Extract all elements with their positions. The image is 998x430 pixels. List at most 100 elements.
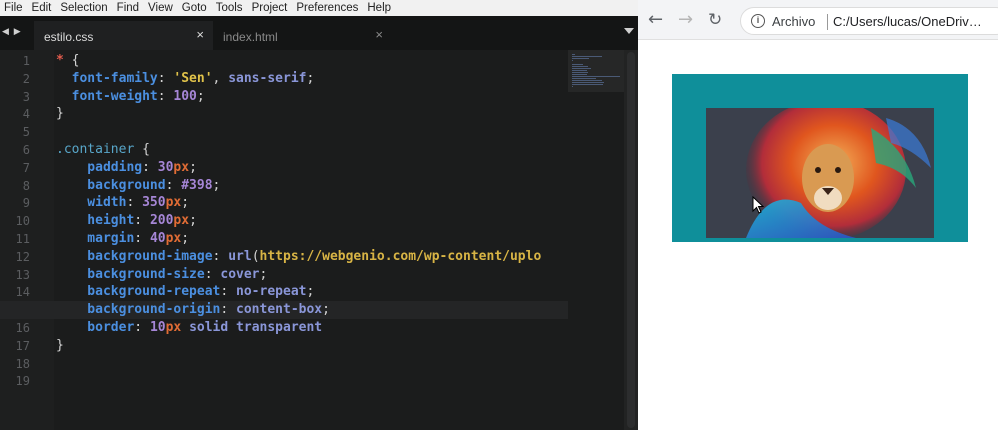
code-token: px <box>165 195 182 211</box>
line-number: 6 <box>22 143 30 157</box>
code-line: background: #398; <box>56 177 220 195</box>
code-token: : <box>204 266 221 282</box>
code-line: background-image: url(https://webgenio.c… <box>56 248 541 266</box>
menu-item-edit[interactable]: Edit <box>28 0 57 16</box>
code-token: font-weight <box>56 88 158 104</box>
minimap-line <box>572 56 602 57</box>
minimap-line <box>572 80 602 81</box>
minimap-line <box>572 68 591 69</box>
tab-estilo-css[interactable]: estilo.css × <box>34 21 214 50</box>
code-token: : <box>134 231 150 246</box>
code-line: * { <box>56 52 79 70</box>
code-token: , <box>212 70 229 86</box>
minimap-line <box>572 76 620 77</box>
code-token: solid transparent <box>181 320 323 335</box>
code-token: { <box>71 53 80 68</box>
reload-icon[interactable]: ↻ <box>708 11 722 29</box>
menu-item-file[interactable]: File <box>0 0 28 16</box>
code-line: width: 350px; <box>56 194 189 212</box>
line-number: 4 <box>22 107 30 122</box>
code-token: ; <box>306 70 315 86</box>
address-bar[interactable]: i Archivo C:/Users/lucas/OneDriv… <box>740 7 998 35</box>
line-number: 16 <box>15 321 30 335</box>
info-icon[interactable]: i <box>751 14 765 28</box>
code-editor-window: File Edit Selection Find View Goto Tools Projec… <box>0 0 638 430</box>
line-number-gutter: 12345678910111213141516171819 <box>0 50 54 430</box>
minimap-line <box>572 58 590 59</box>
minimap-line <box>572 60 573 61</box>
code-line: background-repeat: no-repeat; <box>56 283 314 301</box>
site-info-label[interactable]: Archivo <box>772 14 815 29</box>
code-token: 'Sen' <box>173 70 213 86</box>
code-token: font-family <box>56 70 158 86</box>
scrollbar-thumb[interactable] <box>627 52 635 428</box>
chevron-down-icon[interactable] <box>624 28 634 34</box>
code-token: 100 <box>173 88 197 104</box>
tab-label: estilo.css <box>44 30 94 44</box>
code-token: no-repeat <box>236 284 307 300</box>
url-text[interactable]: C:/Users/lucas/OneDriv… <box>833 14 982 29</box>
code-token: #398 <box>181 177 213 193</box>
code-area[interactable]: * { font-family: 'Sen', sans-serif; font… <box>56 52 568 430</box>
close-icon[interactable]: × <box>375 27 383 42</box>
minimap[interactable] <box>568 50 624 430</box>
menu-item-find[interactable]: Find <box>113 0 144 16</box>
code-token: : <box>134 320 150 335</box>
code-token: background-image <box>56 248 213 264</box>
code-token: ; <box>189 159 197 175</box>
code-token: 350 <box>142 195 166 211</box>
line-number: 8 <box>22 178 30 193</box>
menu-item-preferences[interactable]: Preferences <box>292 0 363 16</box>
code-token: px <box>173 213 190 229</box>
browser-window: ← → ↻ i Archivo C:/Users/lucas/OneDriv… <box>638 0 998 430</box>
line-number: 12 <box>15 249 30 264</box>
menu-item-selection[interactable]: Selection <box>56 0 112 16</box>
back-arrow-icon[interactable]: ← <box>648 11 663 29</box>
code-token: : <box>165 177 182 193</box>
menu-item-view[interactable]: View <box>144 0 178 16</box>
lion-image-art <box>706 108 934 238</box>
code-token: padding <box>56 159 143 175</box>
code-line: } <box>56 337 64 355</box>
tab-label: index.html <box>223 30 278 44</box>
line-number: 2 <box>22 71 30 86</box>
code-token: } <box>56 106 64 122</box>
code-token: px <box>165 320 182 335</box>
code-token: 200 <box>149 213 174 229</box>
code-token: .container <box>56 142 143 157</box>
code-token: width <box>56 195 127 211</box>
code-token: ; <box>196 88 205 104</box>
line-number: 11 <box>15 232 30 246</box>
code-token: : <box>220 284 237 300</box>
tab-index-html[interactable]: index.html × <box>213 21 393 50</box>
code-token: height <box>56 213 135 229</box>
code-line: .container { <box>56 141 150 159</box>
menu-item-help[interactable]: Help <box>363 0 396 16</box>
rendered-container <box>672 74 968 242</box>
line-number: 10 <box>15 214 30 229</box>
code-token: background-origin <box>56 302 221 318</box>
line-number: 3 <box>22 89 30 104</box>
menu-item-tools[interactable]: Tools <box>212 0 248 16</box>
code-token: ; <box>212 177 221 193</box>
menu-item-goto[interactable]: Goto <box>178 0 212 16</box>
code-token: 10 <box>149 320 166 335</box>
code-token: border <box>56 320 135 335</box>
tab-bar: ◀ ▶ estilo.css × index.html × <box>0 16 638 50</box>
forward-arrow-icon[interactable]: → <box>678 11 693 29</box>
close-icon[interactable]: × <box>196 27 204 42</box>
tab-scroll-arrows[interactable]: ◀ ▶ <box>2 27 22 37</box>
code-token: px <box>165 231 182 246</box>
address-divider <box>827 14 828 30</box>
code-token: cover <box>220 266 260 282</box>
code-line: font-weight: 100; <box>56 88 205 106</box>
code-token: https://webgenio.com/wp-content/uplo <box>259 248 542 264</box>
code-token: 40 <box>149 231 166 246</box>
menu-item-project[interactable]: Project <box>248 0 293 16</box>
minimap-line <box>572 70 588 71</box>
line-number: 5 <box>22 125 30 140</box>
menu-bar: File Edit Selection Find View Goto Tools Projec… <box>0 0 638 16</box>
vertical-scrollbar[interactable] <box>624 50 638 430</box>
code-token: ; <box>259 266 268 282</box>
code-line: background-origin: content-box; <box>56 301 330 319</box>
